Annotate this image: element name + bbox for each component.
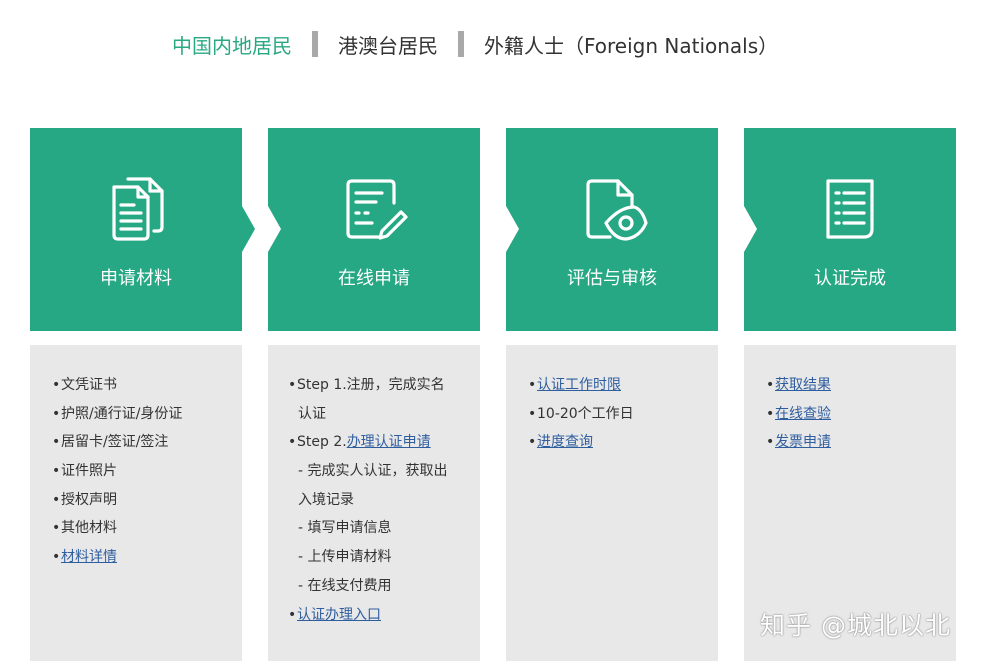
materials-details-link[interactable]: 材料详情 (61, 549, 117, 565)
list-item: •材料详情 (52, 549, 117, 566)
list-item: •获取结果 (766, 377, 831, 393)
documents-icon (100, 173, 172, 245)
tab-mainland-residents[interactable]: 中国内地居民 (172, 30, 292, 59)
step-title: 在线申请 (338, 268, 410, 289)
step-column-online-application: 在线申请 •Step 1.注册，完成实名 认证 •Step 2.办理认证申请 -… (268, 128, 480, 661)
certification-entry-link[interactable]: 认证办理入口 (297, 607, 381, 623)
step-header: 评估与审核 (506, 128, 718, 331)
progress-query-link[interactable]: 进度查询 (537, 434, 593, 450)
list-item: •认证办理入口 (288, 606, 381, 623)
processing-time-link[interactable]: 认证工作时限 (537, 377, 621, 393)
step-details-panel: •Step 1.注册，完成实名 认证 •Step 2.办理认证申请 - 完成实人… (268, 345, 480, 661)
tab-foreign-nationals[interactable]: 外籍人士（Foreign Nationals） (484, 30, 778, 59)
list-item: •发票申请 (766, 434, 831, 451)
form-edit-icon (338, 173, 410, 245)
step-arrow (242, 206, 255, 252)
list-item: •Step 2.办理认证申请 (288, 434, 431, 451)
list-item: •10-20个工作日 (528, 405, 634, 422)
list-item: •证件照片 (52, 463, 117, 480)
list-item: •Step 1.注册，完成实名 (288, 377, 445, 393)
document-eye-icon (576, 173, 648, 245)
list-item: •授权声明 (52, 491, 117, 508)
list-item: •进度查询 (528, 434, 593, 451)
sub-item: - 填写申请信息 (298, 520, 392, 537)
step-arrow (480, 206, 493, 252)
list-item: •文凭证书 (52, 377, 117, 393)
step-header: 申请材料 (30, 128, 255, 331)
list-item-continuation: 认证 (298, 405, 326, 422)
page: 中国内地居民 港澳台居民 外籍人士（Foreign Nationals） 申请材… (0, 0, 1000, 671)
applicant-type-tabs: 中国内地居民 港澳台居民 外籍人士（Foreign Nationals） (172, 28, 778, 60)
list-item: •护照/通行证/身份证 (52, 405, 183, 422)
step-details-panel: •认证工作时限 •10-20个工作日 •进度查询 (506, 345, 718, 661)
step-title: 评估与审核 (567, 268, 657, 289)
sub-item: - 完成实人认证，获取出 (298, 463, 448, 480)
list-item: •其他材料 (52, 520, 117, 537)
step-column-application-materials: 申请材料 •文凭证书 •护照/通行证/身份证 •居留卡/签证/签注 •证件照片 … (30, 128, 255, 661)
step-title: 认证完成 (814, 268, 886, 289)
sub-item-continuation: 入境记录 (298, 491, 354, 508)
step-column-evaluation-review: 评估与审核 •认证工作时限 •10-20个工作日 •进度查询 (506, 128, 718, 661)
get-result-link[interactable]: 获取结果 (775, 377, 831, 393)
tab-separator (312, 31, 318, 57)
sub-item: - 在线支付费用 (298, 577, 392, 594)
step-header: 在线申请 (268, 128, 480, 331)
online-verification-link[interactable]: 在线查验 (775, 406, 831, 422)
step-header: 认证完成 (744, 128, 956, 331)
list-item: •居留卡/签证/签注 (52, 434, 169, 451)
list-item: •在线查验 (766, 405, 831, 422)
list-item: •认证工作时限 (528, 377, 621, 393)
apply-certification-link[interactable]: 办理认证申请 (347, 434, 431, 450)
checklist-icon (814, 173, 886, 245)
step-details-panel: •文凭证书 •护照/通行证/身份证 •居留卡/签证/签注 •证件照片 •授权声明… (30, 345, 242, 661)
tab-hk-macao-taiwan-residents[interactable]: 港澳台居民 (338, 30, 438, 59)
step-arrow (718, 206, 731, 252)
sub-item: - 上传申请材料 (298, 549, 392, 566)
step-column-certification-complete: 认证完成 •获取结果 •在线查验 •发票申请 (744, 128, 956, 661)
watermark: 知乎 @城北以北 (760, 611, 951, 640)
step-title: 申请材料 (100, 268, 172, 289)
invoice-request-link[interactable]: 发票申请 (775, 434, 831, 450)
tab-separator (458, 31, 464, 57)
